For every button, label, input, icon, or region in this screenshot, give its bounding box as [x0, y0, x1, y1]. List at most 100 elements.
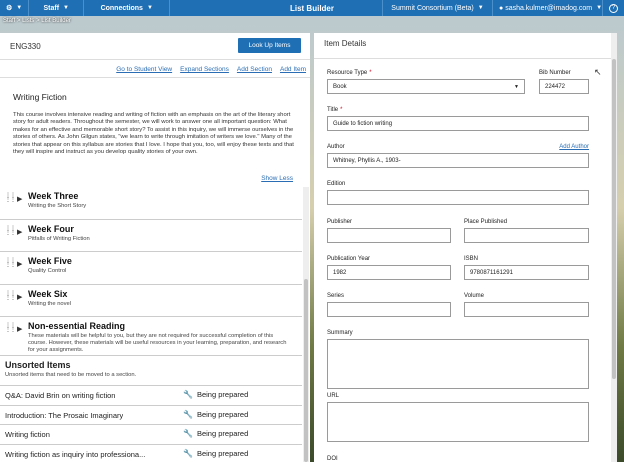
- user-menu-label: sasha.kulmer@imadog.com: [505, 4, 593, 12]
- doi-field: DOI: [327, 456, 589, 462]
- staff-menu[interactable]: Staff ▼: [29, 0, 85, 16]
- expand-triangle-icon[interactable]: ▶: [17, 260, 22, 268]
- title-field: Title * Guide to fiction writing: [327, 107, 589, 131]
- list-scrollbar[interactable]: [303, 187, 309, 462]
- section-list: ⋮⋮ ⋮⋮ ▶ Week Three Writing the Short Stor…: [0, 187, 302, 462]
- series-field: Series: [327, 293, 451, 317]
- isbn-input[interactable]: 9780871161291: [464, 265, 589, 280]
- status-text: Being prepared: [196, 390, 249, 399]
- drag-handle-icon[interactable]: ⋮⋮ ⋮⋮: [5, 258, 16, 268]
- course-code: ENG330: [10, 41, 41, 51]
- list-item[interactable]: Writing fiction 🔧 Being prepared: [0, 425, 302, 445]
- chevron-down-icon: ▼: [146, 5, 153, 11]
- section-subtitle: Unsorted items that need to be moved to …: [5, 372, 137, 378]
- required-marker: *: [369, 70, 372, 76]
- section-week-six[interactable]: ⋮⋮ ⋮⋮ ▶ Week Six Writing the novel: [0, 285, 302, 317]
- summary-textarea[interactable]: [327, 339, 589, 389]
- drag-handle-icon[interactable]: ⋮⋮ ⋮⋮: [5, 193, 16, 203]
- resource-type-select[interactable]: Book ▼: [327, 79, 525, 94]
- field-label: DOI: [327, 456, 338, 462]
- drag-handle-icon[interactable]: ⋮⋮ ⋮⋮: [5, 323, 16, 333]
- expand-triangle-icon[interactable]: ▶: [17, 228, 22, 236]
- connections-menu[interactable]: Connections ▼: [84, 0, 171, 16]
- item-details-title: Item Details: [314, 33, 617, 59]
- add-item-link[interactable]: Add Item: [280, 66, 306, 73]
- expand-triangle-icon[interactable]: ▶: [17, 293, 22, 301]
- chevron-down-icon: ▼: [16, 5, 23, 11]
- item-status: 🔧 Being prepared: [183, 429, 248, 438]
- section-subtitle: Quality Control: [28, 268, 67, 274]
- show-less-link[interactable]: Show Less: [261, 175, 293, 182]
- wrench-icon: 🔧: [183, 429, 193, 438]
- student-view-link[interactable]: Go to Student View: [116, 66, 172, 73]
- section-week-four[interactable]: ⋮⋮ ⋮⋮ ▶ Week Four Pitfalls of Writing Fic…: [0, 220, 302, 252]
- details-scrollbar[interactable]: [611, 33, 617, 462]
- section-subtitle: Pitfalls of Writing Fiction: [28, 235, 90, 242]
- drag-handle-icon[interactable]: ⋮⋮ ⋮⋮: [5, 226, 16, 236]
- item-title: Writing fiction as inquiry into professi…: [5, 449, 146, 459]
- list-item[interactable]: Writing fiction as inquiry into professi…: [0, 445, 302, 462]
- field-label: Resource Type: [327, 70, 368, 76]
- field-label: Place Published: [464, 219, 508, 225]
- breadcrumb[interactable]: Staff > Lists > List Builder: [3, 18, 71, 24]
- bib-number-input[interactable]: 224472: [539, 79, 589, 94]
- field-label: Volume: [464, 293, 485, 299]
- scrollbar-thumb[interactable]: [612, 59, 616, 379]
- required-marker: *: [340, 107, 343, 113]
- item-status: 🔧 Being prepared: [183, 410, 248, 419]
- section-subtitle: Writing the Short Story: [28, 203, 87, 209]
- drag-handle-icon[interactable]: ⋮⋮ ⋮⋮: [5, 291, 16, 301]
- list-item[interactable]: Introduction: The Prosaic Imaginary 🔧 Bei…: [0, 406, 302, 425]
- org-menu-label: Summit Consortium (Beta): [391, 4, 474, 12]
- section-non-essential[interactable]: ⋮⋮ ⋮⋮ ▶ Non-essential Reading These mater…: [0, 317, 302, 356]
- item-title: Writing fiction: [5, 430, 50, 439]
- summary-field: Summary: [327, 330, 589, 389]
- item-status: 🔧 Being prepared: [183, 449, 248, 458]
- divider: [0, 77, 310, 78]
- expand-triangle-icon[interactable]: ▶: [17, 195, 22, 203]
- field-label: Summary: [327, 330, 353, 336]
- expand-sections-link[interactable]: Expand Sections: [180, 66, 229, 73]
- section-name: Week Six: [28, 288, 68, 299]
- volume-input[interactable]: [464, 302, 589, 317]
- edition-input[interactable]: [327, 190, 589, 205]
- author-field: Author Whitney, Phyllis A., 1903-: [327, 144, 589, 168]
- publication-year-input[interactable]: 1982: [327, 265, 451, 280]
- item-details-panel: Item Details Resource Type * Book ▼ Bib Nu…: [314, 33, 617, 462]
- look-up-items-button[interactable]: Look Up Items: [238, 38, 301, 53]
- section-subtitle: Writing the novel: [28, 300, 72, 307]
- chevron-down-icon: ▼: [63, 5, 69, 11]
- title-input[interactable]: Guide to fiction writing: [327, 116, 589, 131]
- help-button[interactable]: ?: [602, 0, 624, 16]
- series-input[interactable]: [327, 302, 451, 317]
- list-panel: ENG330 Look Up Items Go to Student View …: [0, 33, 310, 462]
- home-menu[interactable]: ⚙ ▼: [0, 0, 30, 16]
- author-input[interactable]: Whitney, Phyllis A., 1903-: [327, 153, 589, 168]
- item-status: 🔧 Being prepared: [183, 390, 248, 399]
- status-text: Being prepared: [196, 448, 249, 458]
- user-menu[interactable]: ● sasha.kulmer@imadog.com ▼: [492, 0, 602, 16]
- top-nav-bar: List Builder ⚙ ▼ Staff ▼ Connections ▼ Summ…: [0, 0, 624, 16]
- add-section-link[interactable]: Add Section: [237, 66, 272, 73]
- wrench-icon: 🔧: [183, 409, 193, 419]
- place-published-field: Place Published: [464, 219, 589, 243]
- item-title: Q&A: David Brin on writing fiction: [5, 391, 116, 400]
- section-week-five[interactable]: ⋮⋮ ⋮⋮ ▶ Week Five Quality Control: [0, 252, 302, 285]
- url-textarea[interactable]: [327, 402, 589, 442]
- isbn-field: ISBN 9780871161291: [464, 256, 589, 280]
- section-name: Week Three: [28, 191, 79, 201]
- field-label: Publisher: [327, 219, 353, 225]
- place-published-input[interactable]: [464, 228, 589, 243]
- list-item[interactable]: Q&A: David Brin on writing fiction 🔧 Bein…: [0, 386, 302, 406]
- section-name: Unsorted Items: [5, 360, 71, 370]
- publisher-input[interactable]: [327, 228, 451, 243]
- select-value: Book: [333, 83, 347, 90]
- expand-triangle-icon[interactable]: ▶: [17, 325, 22, 333]
- scrollbar-thumb[interactable]: [304, 279, 308, 462]
- help-icon: ?: [609, 3, 618, 13]
- section-week-three[interactable]: ⋮⋮ ⋮⋮ ▶ Week Three Writing the Short Stor…: [0, 187, 302, 220]
- section-title: Writing Fiction: [13, 92, 67, 102]
- org-menu[interactable]: Summit Consortium (Beta) ▼: [382, 0, 492, 16]
- url-field: URL: [327, 393, 589, 442]
- wrench-icon: 🔧: [183, 390, 193, 399]
